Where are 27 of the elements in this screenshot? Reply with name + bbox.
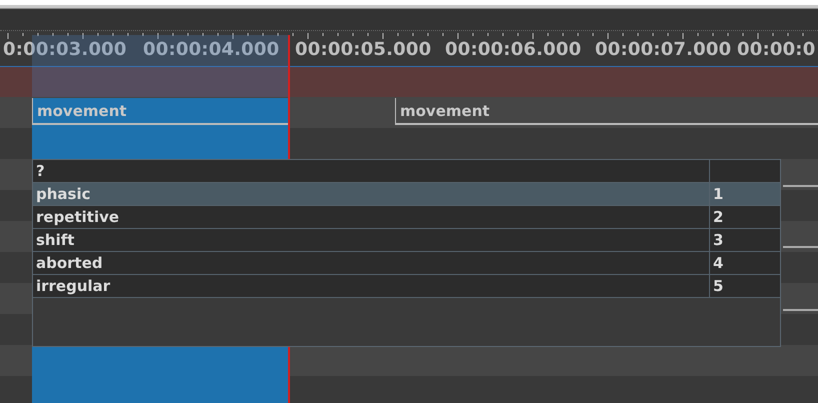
time-label: 00:00:04.000 [143,41,280,59]
time-ruler[interactable]: 0:00:03.000 00:00:04.000 00:00:05.000 00:00:06.000 00:00:07.000 00:00:0 [0,31,818,67]
option-row[interactable]: phasic 1 [33,183,780,206]
option-row[interactable]: aborted 4 [33,252,780,275]
option-label: repetitive [35,207,120,228]
annotation-underline [783,309,818,311]
shortcut-key: 3 [709,229,780,251]
shortcut-key: 5 [709,275,780,297]
option-label: aborted [35,253,104,274]
annotation-underline [783,185,818,187]
shortcut-key: 4 [709,252,780,274]
option-label: shift [35,230,76,251]
column-header: ? [35,161,46,182]
time-label: 00:00:06.000 [445,41,582,59]
option-row[interactable]: repetitive 2 [33,206,780,229]
option-label: irregular [35,276,112,297]
annotation-underline [783,246,818,248]
annotation-segment[interactable]: movement [395,98,818,125]
time-label: 00:00:05.000 [295,41,432,59]
time-label: 0:00:03.000 [3,41,127,59]
time-label: 00:00:07.000 [595,41,732,59]
time-label: 00:00:0 [737,41,816,59]
option-row[interactable]: shift 3 [33,229,780,252]
option-label: phasic [35,184,92,205]
shortcut-key: 2 [709,206,780,228]
shortcut-key: 1 [709,183,780,205]
option-row[interactable]: irregular 5 [33,275,780,298]
